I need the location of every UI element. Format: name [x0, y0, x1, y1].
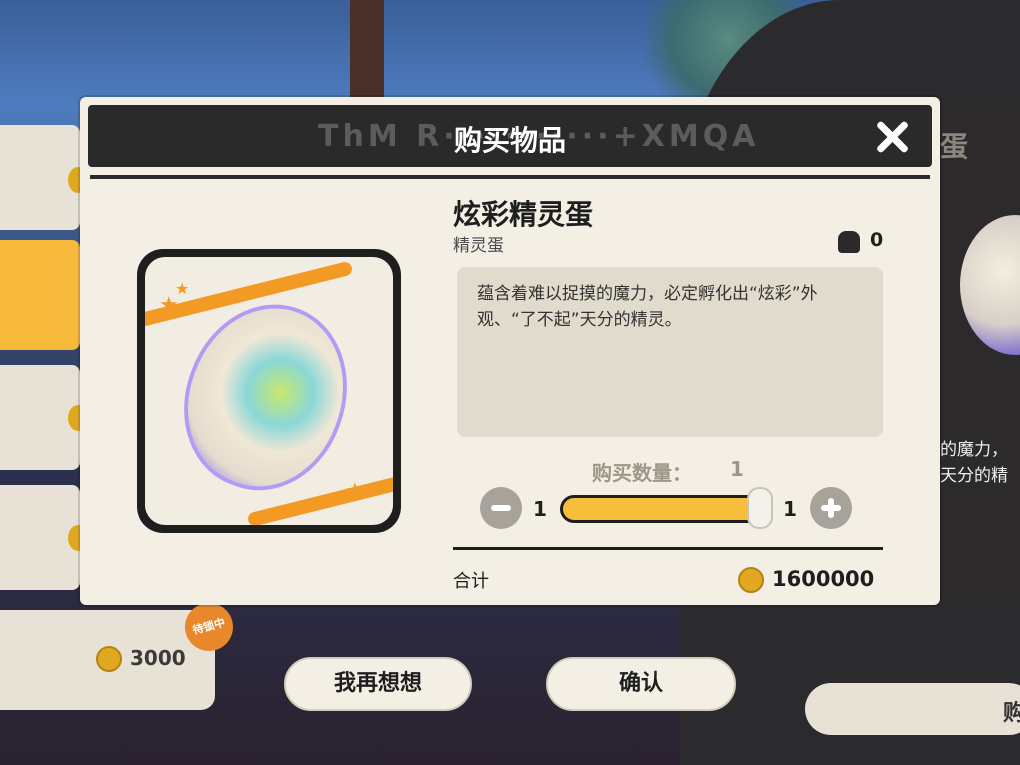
item-type: 精灵蛋 [453, 236, 504, 256]
slider-max-value: 1 [783, 497, 797, 521]
rainbow-egg-icon [164, 286, 368, 508]
item-name: 炫彩精灵蛋 [453, 198, 594, 231]
bg-detail-title: 蛋 [940, 130, 969, 163]
cancel-button[interactable]: 我再想想 [284, 657, 472, 711]
close-icon[interactable] [872, 117, 912, 157]
confirm-button[interactable]: 确认 [546, 657, 736, 711]
star-icon: ★ [345, 479, 365, 504]
owned-count: 0 [870, 229, 884, 251]
bg-card-price: 3000 [130, 646, 186, 670]
minus-icon[interactable] [480, 487, 522, 529]
bg-buy-button: 购 [805, 683, 1020, 735]
header-divider [90, 175, 930, 179]
coin-icon [738, 567, 764, 593]
bg-list-item [0, 485, 88, 590]
bg-buy-label: 购 [1003, 701, 1020, 726]
dialog-title: 购买物品 [453, 124, 566, 157]
bg-list-item [0, 365, 88, 470]
item-description: 蕴含着难以捉摸的魔力，必定孵化出“炫彩”外观、“了不起”天分的精灵。 [477, 284, 818, 330]
plus-icon[interactable] [810, 487, 852, 529]
item-image-card: ★ ★ ★ [137, 249, 401, 533]
total-price: 1600000 [772, 567, 875, 591]
bg-shop-card: 3000 [0, 610, 215, 710]
bg-detail-desc-line: 天分的精 [940, 466, 1008, 486]
description-box: 蕴含着难以捉摸的魔力，必定孵化出“炫彩”外观、“了不起”天分的精灵。 [457, 267, 883, 437]
bg-list-item-selected [0, 240, 80, 350]
bg-list-item [0, 125, 88, 230]
background-pole [350, 0, 384, 100]
slider-handle[interactable] [747, 487, 773, 529]
purchase-dialog: ThM R···········+XMQA 购买物品 ★ ★ ★ 炫彩精灵蛋 精… [80, 97, 940, 605]
slider-min-value: 1 [533, 497, 547, 521]
quantity-value: 1 [730, 457, 744, 481]
total-divider [453, 547, 883, 550]
coin-icon [96, 646, 122, 672]
quantity-slider[interactable] [560, 495, 770, 523]
backpack-icon [838, 231, 860, 253]
star-icon: ★ [175, 279, 190, 298]
dialog-header: ThM R···········+XMQA 购买物品 [88, 105, 932, 167]
quantity-label: 购买数量： [592, 461, 692, 485]
total-label: 合计 [453, 571, 489, 592]
bg-detail-desc-line: 的魔力， [940, 440, 1008, 460]
rainbow-egg-icon [960, 215, 1020, 355]
bg-detail-panel: 蛋 的魔力， 天分的精 [940, 105, 1020, 605]
